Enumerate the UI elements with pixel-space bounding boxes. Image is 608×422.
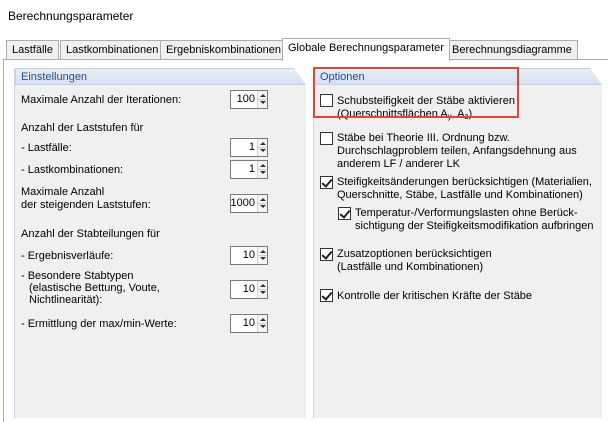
- zusatzoptionen-checkbox[interactable]: [320, 248, 333, 261]
- ergebnisverlaeufe-label: - Ergebnisverläufe:: [21, 250, 114, 262]
- lastfaelle-label: - Lastfälle:: [21, 142, 72, 154]
- header-notch: [590, 68, 602, 85]
- besondere-label-line3: Nichtlinearität):: [29, 294, 103, 306]
- tab-berechnungsdiagramme[interactable]: Berechnungsdiagramme: [446, 40, 578, 60]
- einstellungen-header: Einstellungen: [15, 68, 306, 85]
- steifigkeit-label-line1: Steifigkeitsänderungen berücksichtigen (…: [337, 176, 592, 188]
- steifigkeit-label-line2: Querschnitte, Stäbe, Lastfälle und Kombi…: [337, 189, 583, 201]
- max-iterations-spinner[interactable]: 100: [230, 90, 268, 109]
- lastkombinationen-label: - Lastkombinationen:: [21, 164, 124, 176]
- steigende-spinner[interactable]: 1000: [230, 194, 268, 213]
- header-notch: [294, 68, 306, 85]
- theorie-label-line2: Durchschlagproblem teilen, Anfangsdehnun…: [337, 145, 577, 157]
- spinner-arrows[interactable]: [257, 91, 267, 108]
- theorie-checkbox[interactable]: [320, 132, 333, 145]
- steifigkeit-checkbox[interactable]: [320, 176, 333, 189]
- optionen-group: Optionen Schubsteifigkeit der Stäbe akti…: [313, 68, 602, 418]
- kontrolle-checkbox[interactable]: [320, 289, 333, 302]
- temperatur-checkbox[interactable]: [338, 207, 351, 220]
- kontrolle-label: Kontrolle der kritischen Kräfte der Stäb…: [337, 290, 533, 302]
- tab-lastkombinationen[interactable]: Lastkombinationen: [60, 40, 165, 60]
- laststufen-heading: Anzahl der Laststufen für: [21, 122, 144, 134]
- ergebnisverlaeufe-spinner[interactable]: 10: [230, 246, 268, 265]
- besondere-spinner[interactable]: 10: [230, 280, 268, 299]
- title-bar: Berechnungsparameter: [0, 0, 608, 34]
- theorie-label-line1: Stäbe bei Theorie III. Ordnung bzw.: [337, 132, 510, 144]
- spinner-arrows[interactable]: [257, 281, 267, 298]
- maxmin-value: 10: [242, 317, 255, 329]
- lastkombinationen-value: 1: [248, 163, 255, 175]
- highlight-frame: [313, 67, 519, 118]
- einstellungen-group: Einstellungen Maximale Anzahl der Iterat…: [14, 68, 306, 418]
- einstellungen-header-label: Einstellungen: [21, 71, 88, 83]
- lastfaelle-spinner[interactable]: 1: [230, 138, 268, 157]
- zusatzoptionen-label-line2: (Lastfälle und Kombinationen): [337, 261, 484, 273]
- tab-globale-berechnungsparameter[interactable]: Globale Berechnungsparameter: [282, 38, 450, 61]
- lastkombinationen-spinner[interactable]: 1: [230, 160, 268, 179]
- spinner-arrows[interactable]: [257, 161, 267, 178]
- besondere-value: 10: [242, 283, 255, 295]
- window-title: Berechnungsparameter: [8, 9, 134, 23]
- theorie-label-line3: anderem LF / anderer LK: [337, 158, 460, 170]
- spinner-arrows[interactable]: [257, 139, 267, 156]
- zusatzoptionen-label-line1: Zusatzoptionen berücksichtigen: [337, 248, 492, 260]
- tab-page: Einstellungen Maximale Anzahl der Iterat…: [3, 59, 608, 422]
- max-iterations-value: 100: [236, 93, 255, 105]
- maxmin-label: - Ermittlung der max/min-Werte:: [21, 318, 177, 330]
- ergebnisverlaeufe-value: 10: [242, 249, 255, 261]
- steigende-label-line1: Maximale Anzahl: [21, 186, 105, 198]
- spinner-arrows[interactable]: [257, 247, 267, 264]
- spinner-arrows[interactable]: [257, 315, 267, 332]
- tab-lastfaelle[interactable]: Lastfälle: [6, 40, 59, 60]
- steigende-label-line2: der steigenden Laststufen:: [21, 199, 151, 211]
- stabteilungen-heading: Anzahl der Stabteilungen für: [21, 228, 160, 240]
- tab-ergebniskombinationen[interactable]: Ergebniskombinationen: [160, 40, 287, 60]
- max-iterations-label: Maximale Anzahl der Iterationen:: [21, 94, 182, 106]
- tab-strip: Lastfälle Lastkombinationen Ergebniskomb…: [0, 38, 608, 61]
- maxmin-spinner[interactable]: 10: [230, 314, 268, 333]
- temperatur-label-line1: Temperatur-/Verformungslasten ohne Berüc…: [355, 207, 578, 219]
- temperatur-label-line2: sichtigung der Steifigkeitsmodifikation …: [355, 220, 594, 232]
- steigende-value: 1000: [230, 197, 255, 209]
- lastfaelle-value: 1: [248, 141, 255, 153]
- spinner-arrows[interactable]: [257, 195, 267, 212]
